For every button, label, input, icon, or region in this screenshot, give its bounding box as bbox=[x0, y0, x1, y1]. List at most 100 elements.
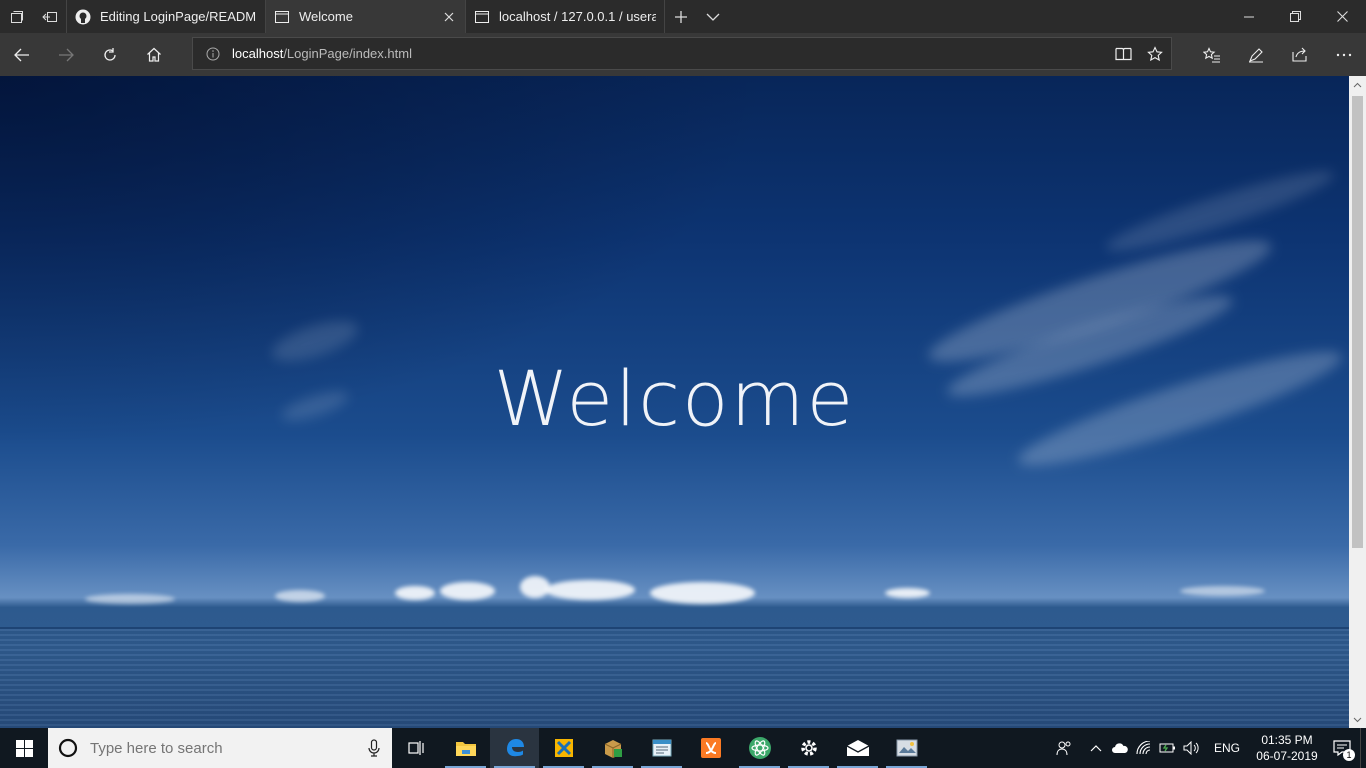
tabs-aside-icon bbox=[10, 10, 23, 23]
welcome-heading: Welcome bbox=[493, 354, 856, 443]
file-explorer-icon bbox=[455, 742, 476, 756]
cortana-icon[interactable] bbox=[58, 738, 78, 758]
xampp-control-app[interactable] bbox=[539, 728, 588, 768]
notepad-app[interactable] bbox=[637, 728, 686, 768]
system-tray: ENG 01:35 PM 06-07-2019 1 bbox=[1044, 728, 1366, 768]
task-view-button[interactable] bbox=[392, 728, 441, 768]
show-desktop-button[interactable] bbox=[1360, 728, 1366, 768]
restore-icon bbox=[1290, 11, 1301, 22]
reading-view-button[interactable] bbox=[1107, 38, 1139, 69]
url-host: localhost bbox=[232, 46, 284, 61]
cloud-puff bbox=[545, 580, 635, 600]
start-button[interactable] bbox=[0, 728, 48, 768]
show-hidden-icons-button[interactable] bbox=[1084, 728, 1108, 768]
onedrive-button[interactable] bbox=[1108, 728, 1132, 768]
reading-view-icon bbox=[1114, 47, 1132, 60]
minimize-button[interactable] bbox=[1225, 0, 1272, 33]
set-tabs-aside-button[interactable] bbox=[33, 0, 66, 33]
close-icon bbox=[1337, 11, 1348, 22]
tabs-aside-button[interactable] bbox=[0, 0, 33, 33]
chevron-up-icon bbox=[1353, 82, 1362, 87]
notes-button[interactable] bbox=[1234, 33, 1278, 76]
cloud-puff bbox=[275, 590, 325, 602]
info-icon[interactable] bbox=[206, 47, 222, 61]
settings-icon bbox=[800, 740, 817, 756]
window-controls bbox=[1225, 0, 1366, 33]
search-input[interactable] bbox=[88, 738, 352, 758]
github-icon bbox=[75, 9, 91, 25]
restore-button[interactable] bbox=[1272, 0, 1319, 33]
address-bar[interactable]: localhost/LoginPage/index.html bbox=[192, 37, 1172, 70]
close-window-button[interactable] bbox=[1319, 0, 1366, 33]
archive-app[interactable] bbox=[588, 728, 637, 768]
network-button[interactable] bbox=[1132, 728, 1156, 768]
notification-count: 1 bbox=[1343, 749, 1355, 761]
taskbar-search[interactable] bbox=[48, 728, 392, 768]
vertical-scrollbar[interactable] bbox=[1349, 76, 1366, 728]
clock-time: 01:35 PM bbox=[1261, 733, 1313, 747]
page-icon bbox=[474, 9, 490, 25]
favorites-hub-button[interactable] bbox=[1190, 33, 1234, 76]
archive-icon bbox=[604, 740, 622, 758]
back-button[interactable] bbox=[0, 33, 44, 76]
url-text[interactable]: localhost/LoginPage/index.html bbox=[232, 46, 412, 61]
action-center-button[interactable]: 1 bbox=[1324, 728, 1360, 768]
favorite-star-button[interactable] bbox=[1139, 38, 1171, 69]
file-explorer-app[interactable] bbox=[441, 728, 490, 768]
chevron-down-icon bbox=[706, 13, 720, 21]
navigation-bar: localhost/LoginPage/index.html bbox=[0, 33, 1366, 76]
settings-app[interactable] bbox=[784, 728, 833, 768]
scroll-up-button[interactable] bbox=[1349, 76, 1366, 93]
tab-welcome[interactable]: Welcome bbox=[265, 0, 465, 33]
tab-preview-button[interactable] bbox=[697, 0, 729, 33]
url-path: /LoginPage/index.html bbox=[283, 46, 412, 61]
edge-icon bbox=[506, 739, 524, 757]
tab-bar: Editing LoginPage/README Welcome localho… bbox=[0, 0, 1366, 33]
scroll-down-button[interactable] bbox=[1349, 711, 1366, 728]
cloud-puff bbox=[1180, 586, 1265, 596]
people-button[interactable] bbox=[1044, 728, 1084, 768]
page-icon bbox=[274, 9, 290, 25]
refresh-button[interactable] bbox=[88, 33, 132, 76]
clock[interactable]: 01:35 PM 06-07-2019 bbox=[1250, 732, 1324, 764]
chevron-up-icon bbox=[1090, 745, 1102, 752]
xampp-app[interactable] bbox=[686, 728, 735, 768]
forward-arrow-icon bbox=[59, 48, 74, 61]
forward-button[interactable] bbox=[44, 33, 88, 76]
chevron-down-icon bbox=[1353, 717, 1362, 722]
tab-title: localhost / 127.0.0.1 / usera bbox=[499, 9, 656, 24]
refresh-icon bbox=[104, 47, 116, 61]
photos-app[interactable] bbox=[882, 728, 931, 768]
more-icon bbox=[1336, 53, 1352, 56]
notepad-icon bbox=[652, 739, 671, 757]
cloud-puff bbox=[650, 582, 755, 604]
battery-button[interactable] bbox=[1156, 728, 1180, 768]
scrollbar-thumb[interactable] bbox=[1352, 96, 1363, 548]
xampp-control-icon bbox=[554, 739, 573, 757]
xampp-icon bbox=[700, 738, 721, 758]
input-language[interactable]: ENG bbox=[1204, 741, 1250, 755]
tab-readme[interactable]: Editing LoginPage/README bbox=[66, 0, 265, 33]
volume-button[interactable] bbox=[1180, 728, 1204, 768]
new-tab-button[interactable] bbox=[665, 0, 697, 33]
plus-icon bbox=[675, 10, 687, 23]
minimize-icon bbox=[1243, 16, 1254, 17]
tab-phpmyadmin[interactable]: localhost / 127.0.0.1 / usera bbox=[465, 0, 665, 33]
close-tab-icon[interactable] bbox=[441, 9, 457, 25]
cloud-puff bbox=[395, 586, 435, 600]
atom-icon bbox=[748, 737, 771, 759]
microphone-icon[interactable] bbox=[368, 739, 380, 757]
star-icon bbox=[1147, 45, 1163, 61]
share-button[interactable] bbox=[1278, 33, 1322, 76]
mail-app[interactable] bbox=[833, 728, 882, 768]
cloud-puff bbox=[885, 588, 930, 598]
edge-app[interactable] bbox=[490, 728, 539, 768]
home-button[interactable] bbox=[132, 33, 176, 76]
share-icon bbox=[1292, 47, 1307, 62]
atom-app[interactable] bbox=[735, 728, 784, 768]
cloud-puff bbox=[440, 582, 495, 600]
sea-surface bbox=[0, 629, 1349, 728]
battery-icon bbox=[1159, 743, 1175, 753]
more-button[interactable] bbox=[1322, 33, 1366, 76]
photos-icon bbox=[896, 739, 917, 757]
